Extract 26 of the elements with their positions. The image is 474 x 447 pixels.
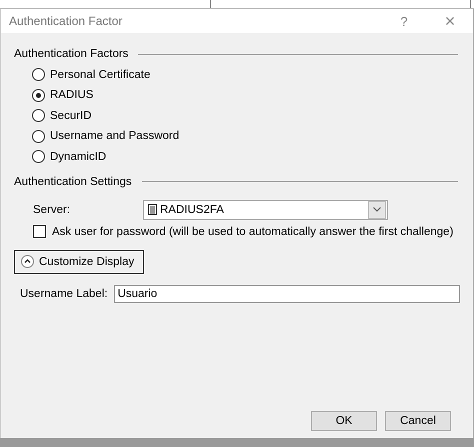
radio-button[interactable]	[32, 150, 45, 164]
group-title: Authentication Factors	[14, 48, 128, 60]
customize-display-button[interactable]: Customize Display	[14, 250, 144, 274]
group-title: Authentication Settings	[14, 176, 132, 188]
ok-button[interactable]: OK	[311, 411, 377, 431]
checkbox-label[interactable]: Ask user for password (will be used to automatically answer the first challenge)	[52, 226, 454, 238]
radio-label[interactable]: DynamicID	[50, 150, 106, 163]
username-label-field[interactable]: Usuario	[114, 284, 460, 302]
close-button[interactable]: ×	[427, 9, 473, 33]
server-dropdown[interactable]: RADIUS2FA	[143, 200, 388, 220]
radio-button[interactable]	[32, 109, 45, 122]
field-label: Username Label:	[20, 288, 109, 300]
radio-label[interactable]: SecurID	[50, 110, 92, 122]
radio-label[interactable]: Username and Password	[50, 130, 180, 142]
help-button[interactable]: ?	[381, 9, 427, 33]
radio-button[interactable]	[32, 130, 45, 143]
radio-label[interactable]: Personal Certificate	[50, 68, 150, 81]
chevron-down-icon[interactable]	[368, 200, 386, 218]
radio-button[interactable]	[32, 68, 45, 82]
window-title: Authentication Factor	[9, 14, 124, 28]
field-label: Server:	[33, 204, 72, 216]
checkbox[interactable]	[33, 225, 46, 238]
radio-button[interactable]	[32, 88, 45, 102]
radio-label[interactable]: RADIUS	[50, 89, 94, 102]
cancel-button[interactable]: Cancel	[385, 411, 451, 431]
server-icon	[148, 204, 157, 215]
